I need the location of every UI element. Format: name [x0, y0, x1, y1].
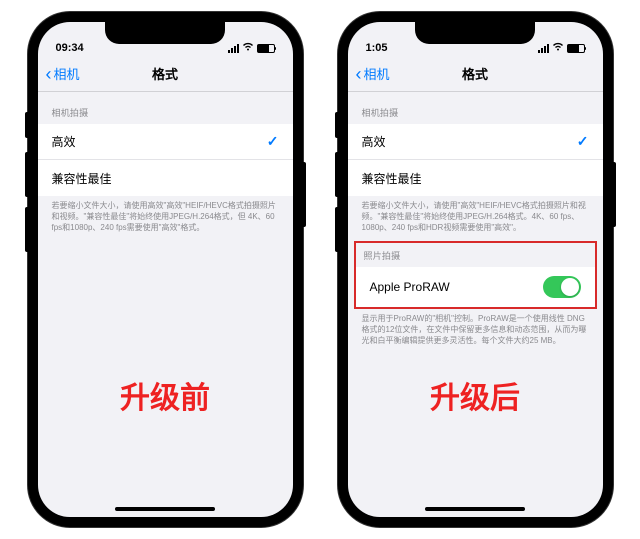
side-button-icon	[335, 207, 338, 252]
row-label: 兼容性最佳	[362, 170, 422, 187]
row-label: Apple ProRAW	[370, 280, 450, 294]
checkmark-icon: ✓	[577, 133, 589, 150]
highlight-annotation-box: 照片拍摄 Apple ProRAW	[354, 241, 597, 309]
side-button-icon	[25, 207, 28, 252]
side-button-icon	[25, 152, 28, 197]
nav-title: 格式	[152, 64, 178, 83]
section-footer-capture: 若要缩小文件大小，请使用高效"高效"HEIF/HEVC格式拍摄照片和视频。"兼容…	[38, 196, 293, 241]
row-label: 高效	[52, 133, 76, 150]
chevron-left-icon: ‹	[356, 65, 362, 83]
side-button-icon	[613, 162, 616, 227]
row-high-efficiency[interactable]: 高效 ✓	[348, 124, 603, 160]
side-button-icon	[303, 162, 306, 227]
side-button-icon	[335, 152, 338, 197]
row-most-compatible[interactable]: 兼容性最佳	[348, 160, 603, 196]
nav-title: 格式	[462, 64, 488, 83]
proraw-toggle[interactable]	[543, 276, 581, 298]
wifi-icon	[242, 42, 254, 54]
home-indicator-icon[interactable]	[115, 507, 215, 511]
status-time: 09:34	[56, 42, 84, 54]
notch-icon	[415, 22, 535, 44]
annotation-after: 升级后	[430, 373, 520, 417]
notch-icon	[105, 22, 225, 44]
status-indicators	[228, 42, 275, 54]
status-indicators	[538, 42, 585, 54]
row-label: 兼容性最佳	[52, 170, 112, 187]
phone-frame-after: 1:05 ‹ 相机 格式 相机拍摄 高效	[338, 12, 613, 527]
section-footer-photo: 显示用于ProRAW的"相机"控制。ProRAW是一个使用线性 DNG 格式的1…	[348, 309, 603, 354]
home-indicator-icon[interactable]	[425, 507, 525, 511]
side-button-icon	[25, 112, 28, 138]
status-time: 1:05	[366, 42, 388, 54]
row-label: 高效	[362, 133, 386, 150]
section-header-capture: 相机拍摄	[38, 92, 293, 124]
wifi-icon	[552, 42, 564, 54]
annotation-before: 升级前	[120, 373, 210, 417]
checkmark-icon: ✓	[267, 133, 279, 150]
nav-back-label: 相机	[54, 64, 80, 83]
section-header-capture: 相机拍摄	[348, 92, 603, 124]
nav-back-label: 相机	[364, 64, 390, 83]
side-button-icon	[335, 112, 338, 138]
signal-icon	[228, 44, 239, 53]
row-high-efficiency[interactable]: 高效 ✓	[38, 124, 293, 160]
row-apple-proraw[interactable]: Apple ProRAW	[356, 267, 595, 307]
section-header-photo: 照片拍摄	[356, 243, 595, 267]
row-most-compatible[interactable]: 兼容性最佳	[38, 160, 293, 196]
toggle-knob-icon	[561, 278, 579, 296]
nav-back-button[interactable]: ‹ 相机	[46, 64, 80, 83]
section-footer-capture: 若要缩小文件大小，请使用"高效"HEIF/HEVC格式拍摄照片和视频。"兼容性最…	[348, 196, 603, 241]
phone-frame-before: 09:34 ‹ 相机 格式 相机拍摄 高效	[28, 12, 303, 527]
nav-back-button[interactable]: ‹ 相机	[356, 64, 390, 83]
chevron-left-icon: ‹	[46, 65, 52, 83]
signal-icon	[538, 44, 549, 53]
battery-icon	[257, 44, 275, 53]
battery-icon	[567, 44, 585, 53]
